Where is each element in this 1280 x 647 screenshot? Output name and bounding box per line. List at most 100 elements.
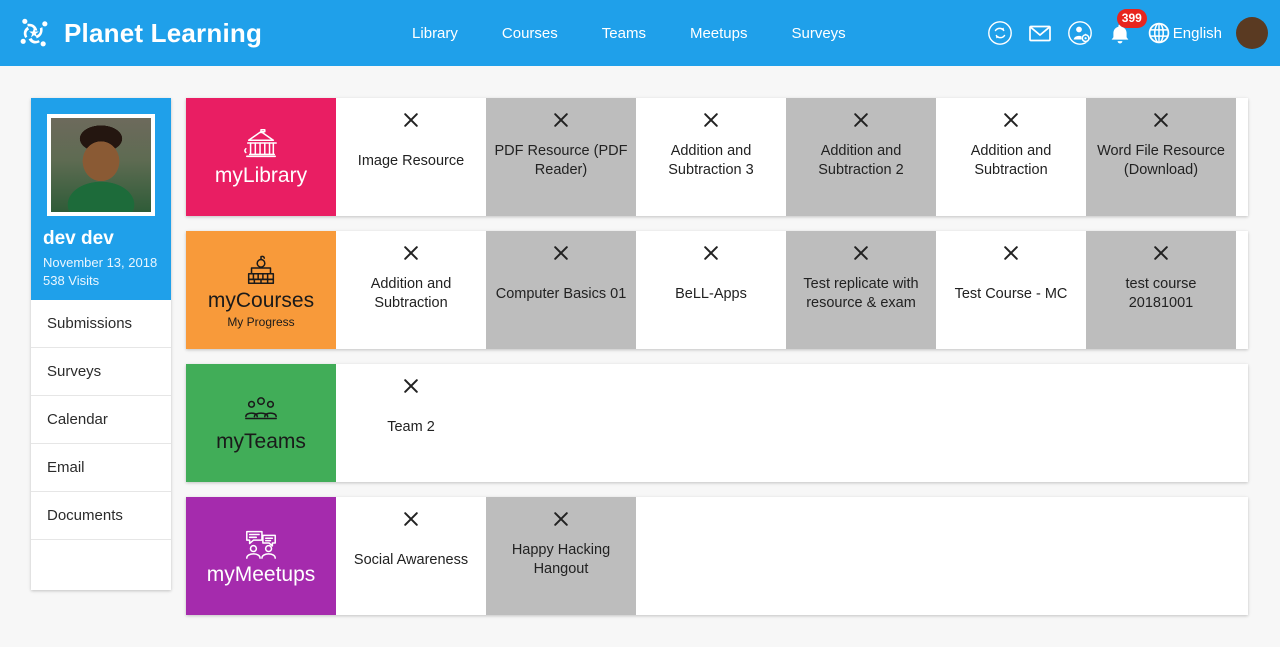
nav-item-teams[interactable]: Teams: [580, 19, 668, 48]
resource-card-title: Team 2: [387, 418, 435, 435]
notification-count-badge[interactable]: 399: [1116, 9, 1147, 28]
user-avatar[interactable]: [1236, 17, 1268, 49]
close-icon[interactable]: [703, 245, 719, 261]
user-settings-icon[interactable]: [1067, 20, 1093, 46]
left-sidebar: dev dev November 13, 2018 538 Visits Sub…: [31, 98, 171, 590]
resource-card[interactable]: Test Course - MC: [936, 231, 1086, 349]
resource-card-title: Addition and Subtraction 2: [818, 143, 904, 178]
resource-card-title: Image Resource: [357, 152, 465, 169]
sidebar-item-documents[interactable]: Documents: [31, 492, 171, 540]
close-icon[interactable]: [1153, 245, 1169, 261]
close-icon[interactable]: [1003, 245, 1019, 261]
brand[interactable]: Planet Learning: [14, 13, 262, 53]
resource-card[interactable]: Addition and Subtraction 3: [636, 98, 786, 216]
top-header-bar: Planet Learning Library Courses Teams Me…: [0, 0, 1280, 66]
resource-card[interactable]: Computer Basics 01: [486, 231, 636, 349]
close-icon[interactable]: [403, 378, 419, 394]
close-icon[interactable]: [403, 112, 419, 128]
resource-card[interactable]: Test replicate with resource & exam: [786, 231, 936, 349]
resource-card[interactable]: Addition and Subtraction: [936, 98, 1086, 216]
category-label-courses: myCourses: [207, 288, 315, 312]
dashboard-rows: myLibrary Image Resource PDF Resource (PDF…: [186, 98, 1248, 630]
sync-icon[interactable]: [987, 20, 1013, 46]
close-icon[interactable]: [703, 112, 719, 128]
category-tile-library[interactable]: myLibrary: [186, 98, 336, 216]
dashboard-row-teams: myTeams Team 2: [186, 364, 1248, 482]
category-label-library: myLibrary: [214, 164, 308, 188]
close-icon[interactable]: [553, 511, 569, 527]
resource-card[interactable]: Happy Hacking Hangout: [486, 497, 636, 615]
close-icon[interactable]: [403, 511, 419, 527]
row-empty-space: [486, 364, 1248, 482]
category-label-teams: myTeams: [216, 430, 306, 454]
resource-card-title: Addition and Subtraction: [370, 276, 452, 311]
dashboard-row-library: myLibrary Image Resource PDF Resource (PDF…: [186, 98, 1248, 216]
row-empty-space: [1236, 98, 1248, 216]
close-icon[interactable]: [1153, 112, 1169, 128]
nav-item-library[interactable]: Library: [390, 19, 480, 48]
resource-card[interactable]: Image Resource: [336, 98, 486, 216]
row-empty-space: [636, 497, 1248, 615]
resource-card[interactable]: Addition and Subtraction: [336, 231, 486, 349]
language-label: English: [1172, 24, 1222, 42]
profile-card: dev dev November 13, 2018 538 Visits: [31, 98, 171, 300]
sidebar-item-surveys[interactable]: Surveys: [31, 348, 171, 396]
close-icon[interactable]: [553, 245, 569, 261]
chat-people-icon: [242, 525, 280, 561]
profile-name: dev dev: [43, 228, 114, 249]
sidebar-item-calendar[interactable]: Calendar: [31, 396, 171, 444]
people-group-icon: [242, 392, 280, 428]
resource-card-title: Test replicate with resource & exam: [803, 276, 919, 311]
category-tile-teams[interactable]: myTeams: [186, 364, 336, 482]
notifications-bell[interactable]: 399: [1107, 9, 1147, 48]
close-icon[interactable]: [553, 112, 569, 128]
sidebar-menu: Submissions Surveys Calendar Email Docum…: [31, 300, 171, 590]
close-icon[interactable]: [1003, 112, 1019, 128]
resource-card-title: Addition and Subtraction: [970, 143, 1052, 178]
category-sublabel-courses[interactable]: My Progress: [227, 315, 294, 329]
resource-card-title: Addition and Subtraction 3: [668, 143, 754, 178]
resource-card-title: Happy Hacking Hangout: [511, 542, 611, 577]
resource-card[interactable]: PDF Resource (PDF Reader): [486, 98, 636, 216]
language-selector[interactable]: English: [1147, 21, 1222, 45]
close-icon[interactable]: [403, 245, 419, 261]
profile-visits: 538 Visits: [43, 272, 100, 288]
planet-learning-logo-icon: [14, 13, 54, 53]
resource-card-title: Social Awareness: [353, 551, 469, 568]
globe-icon: [1147, 21, 1171, 45]
nav-item-meetups[interactable]: Meetups: [668, 19, 770, 48]
resource-card[interactable]: Team 2: [336, 364, 486, 482]
main-navigation: Library Courses Teams Meetups Surveys: [390, 19, 868, 48]
category-tile-courses[interactable]: myCourses My Progress: [186, 231, 336, 349]
category-label-meetups: myMeetups: [206, 563, 316, 587]
resource-card-title: Test Course - MC: [954, 285, 1068, 302]
profile-photo-image: [51, 118, 151, 212]
resource-card[interactable]: Social Awareness: [336, 497, 486, 615]
resource-card-title: PDF Resource (PDF Reader): [494, 143, 628, 178]
header-tools: 399 English: [987, 9, 1268, 49]
dashboard-row-courses: myCourses My Progress Addition and Subtrac…: [186, 231, 1248, 349]
brand-name: Planet Learning: [64, 17, 263, 48]
envelope-icon[interactable]: [1027, 20, 1053, 46]
dashboard-row-meetups: myMeetups Social Awareness Happy Hacking H…: [186, 497, 1248, 615]
resource-card-title: Word File Resource (Download): [1097, 143, 1225, 178]
resource-card[interactable]: BeLL-Apps: [636, 231, 786, 349]
profile-date: November 13, 2018: [43, 255, 158, 270]
profile-photo: [47, 114, 155, 216]
close-icon[interactable]: [853, 112, 869, 128]
resource-card[interactable]: Addition and Subtraction 2: [786, 98, 936, 216]
resource-card[interactable]: test course 20181001: [1086, 231, 1236, 349]
resource-card[interactable]: Word File Resource (Download): [1086, 98, 1236, 216]
row-empty-space: [1236, 231, 1248, 349]
page-body: dev dev November 13, 2018 538 Visits Sub…: [0, 66, 1280, 647]
resource-card-title: BeLL-Apps: [675, 285, 747, 302]
nav-item-surveys[interactable]: Surveys: [770, 19, 868, 48]
resource-card-title: Computer Basics 01: [495, 285, 627, 302]
category-tile-meetups[interactable]: myMeetups: [186, 497, 336, 615]
resource-card-title: test course 20181001: [1125, 276, 1197, 311]
sidebar-item-submissions[interactable]: Submissions: [31, 300, 171, 348]
sidebar-item-email[interactable]: Email: [31, 444, 171, 492]
nav-item-courses[interactable]: Courses: [480, 19, 580, 48]
close-icon[interactable]: [853, 245, 869, 261]
